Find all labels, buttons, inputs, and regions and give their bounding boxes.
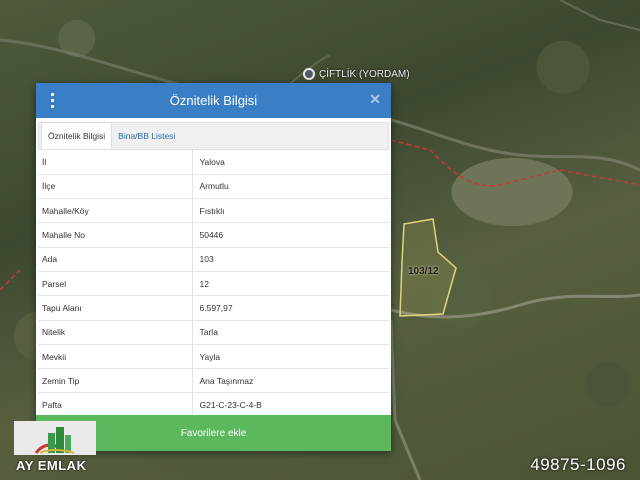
row-key: Zemin Tip xyxy=(38,368,193,394)
table-row: Mevkii Yayla xyxy=(38,344,389,370)
dialog-header: Öznitelik Bilgisi ✕ xyxy=(36,83,391,118)
row-value: Yalova xyxy=(192,150,389,175)
location-pin-icon xyxy=(303,68,315,80)
table-row: Nitelik Tarla xyxy=(38,320,389,345)
row-key: İl xyxy=(38,150,193,175)
company-logo: AY EMLAK xyxy=(14,421,98,477)
tab-attribute-info[interactable]: Öznitelik Bilgisi xyxy=(41,122,113,149)
table-row: Tapu Alanı 6.597,97 xyxy=(38,295,389,321)
logo-text: AY EMLAK xyxy=(16,458,87,473)
row-key: Mahalle/Köy xyxy=(38,198,193,224)
poi-label: ÇİFTLİK (YORDAM) xyxy=(319,68,410,80)
row-key: Tapu Alanı xyxy=(38,295,193,321)
row-value: G21-C-23-C-4-B xyxy=(192,392,389,418)
attribute-table: İl Yalova İlçe Armutlu Mahalle/Köy Fıstıklı… xyxy=(38,150,389,418)
table-row: Mahalle/Köy Fıstıklı xyxy=(38,198,389,224)
row-key: Mahalle No xyxy=(38,222,193,248)
table-row: İlçe Armutlu xyxy=(38,174,389,200)
table-row: Pafta G21-C-23-C-4-B xyxy=(38,392,389,418)
table-row: Ada 103 xyxy=(38,247,389,272)
row-key: Nitelik xyxy=(38,320,193,345)
table-row: Zemin Tip Ana Taşınmaz xyxy=(38,368,389,394)
attribute-info-dialog: Öznitelik Bilgisi ✕ Öznitelik Bilgisi Bi… xyxy=(36,83,391,451)
listing-reference-number: 49875-1096 xyxy=(530,455,626,474)
tab-bar: Öznitelik Bilgisi Bina/BB Listesi xyxy=(38,122,389,150)
row-value: 6.597,97 xyxy=(192,295,389,321)
row-key: Parsel xyxy=(38,271,193,297)
table-row: İl Yalova xyxy=(38,150,389,175)
row-value: Fıstıklı xyxy=(192,198,389,224)
row-key: Pafta xyxy=(38,392,193,418)
row-key: Ada xyxy=(38,247,193,272)
table-row: Mahalle No 50446 xyxy=(38,222,389,248)
row-value: Tarla xyxy=(192,320,389,345)
row-key: İlçe xyxy=(38,174,193,200)
row-value: Ana Taşınmaz xyxy=(192,368,389,394)
kebab-menu-icon[interactable] xyxy=(49,93,55,108)
row-value: 50446 xyxy=(192,222,389,248)
building-logo-icon xyxy=(14,421,96,455)
row-key: Mevkii xyxy=(38,344,193,370)
poi-marker[interactable]: ÇİFTLİK (YORDAM) xyxy=(303,68,410,80)
dialog-title: Öznitelik Bilgisi xyxy=(169,93,258,108)
row-value: 103 xyxy=(192,247,389,272)
close-icon[interactable]: ✕ xyxy=(369,91,381,108)
table-row: Parsel 12 xyxy=(38,271,389,297)
tab-building-list[interactable]: Bina/BB Listesi xyxy=(112,122,181,149)
row-value: Armutlu xyxy=(192,174,389,200)
row-value: 12 xyxy=(192,271,389,297)
parcel-label[interactable]: 103/12 xyxy=(408,266,439,277)
row-value: Yayla xyxy=(192,344,389,370)
